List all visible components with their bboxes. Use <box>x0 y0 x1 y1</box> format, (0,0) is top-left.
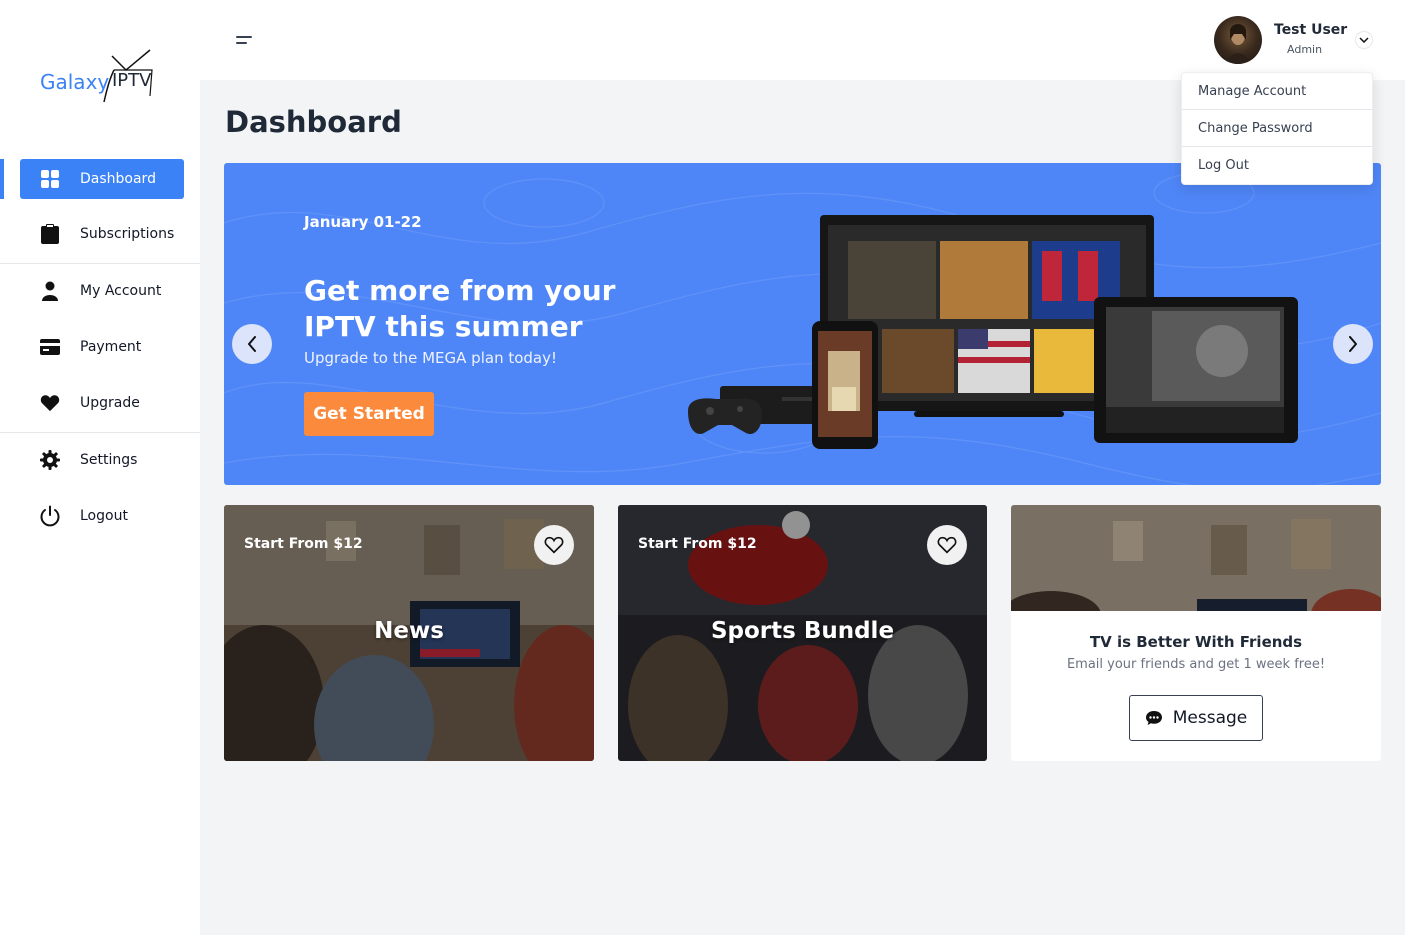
card-title: Sports Bundle <box>710 618 895 644</box>
referral-subtitle: Email your friends and get 1 week free! <box>1066 657 1326 672</box>
logo[interactable]: Galaxy IPTV <box>40 48 170 108</box>
sidebar-item-upgrade[interactable]: Upgrade <box>20 383 184 423</box>
get-started-button[interactable]: Get Started <box>304 392 434 436</box>
message-button-label: Message <box>1172 708 1248 728</box>
gear-icon <box>20 450 80 470</box>
page-title: Dashboard <box>225 105 402 139</box>
message-button[interactable]: Message <box>1129 695 1263 741</box>
avatar-image <box>1226 24 1250 64</box>
devices-illustration <box>688 215 1298 449</box>
clipboard-icon <box>20 224 80 244</box>
chevron-left-icon <box>248 336 256 352</box>
carousel-prev-button[interactable] <box>232 324 272 364</box>
sidebar-item-dashboard[interactable]: Dashboard <box>20 159 184 199</box>
package-card-sports[interactable]: Start From $12 Sports Bundle <box>618 505 987 761</box>
sidebar-item-label: My Account <box>80 283 162 299</box>
logo-text-galaxy: Galaxy <box>40 70 110 94</box>
card-title: News <box>374 618 444 644</box>
sidebar-item-label: Logout <box>80 508 128 524</box>
package-card-news[interactable]: Start From $12 News <box>224 505 594 761</box>
sidebar-item-label: Settings <box>80 452 138 468</box>
user-menu-toggle[interactable] <box>1355 31 1373 49</box>
chevron-down-icon <box>1359 37 1369 43</box>
banner-date: January 01-22 <box>304 213 422 231</box>
promo-banner: January 01-22 Get more from your IPTV th… <box>224 163 1381 485</box>
user-dropdown-menu: Manage Account Change Password Log Out <box>1181 72 1373 185</box>
sidebar-item-subscriptions[interactable]: Subscriptions <box>20 214 184 254</box>
sidebar: Galaxy IPTV Dashboard Subscriptions My A… <box>0 0 200 935</box>
top-header: Test User Admin <box>200 0 1405 80</box>
divider <box>0 432 200 433</box>
heart-icon <box>20 394 80 412</box>
heart-outline-icon <box>937 536 957 554</box>
favorite-button[interactable] <box>534 525 574 565</box>
active-indicator <box>0 159 4 199</box>
card-price: Start From $12 <box>244 536 363 552</box>
chevron-right-icon <box>1349 336 1357 352</box>
logo-text-iptv: IPTV <box>112 70 152 91</box>
user-name[interactable]: Test User <box>1274 22 1347 38</box>
banner-title: Get more from your IPTV this summer <box>304 274 616 343</box>
sidebar-item-label: Subscriptions <box>80 226 175 242</box>
sidebar-item-logout[interactable]: Logout <box>20 496 184 536</box>
referral-card-image <box>1011 505 1381 611</box>
carousel-next-button[interactable] <box>1333 324 1373 364</box>
grid-icon <box>20 170 80 188</box>
sidebar-item-settings[interactable]: Settings <box>20 440 184 480</box>
user-role: Admin <box>1287 43 1323 56</box>
power-icon <box>20 505 80 527</box>
hamburger-icon <box>236 36 252 38</box>
menu-toggle-button[interactable] <box>234 32 254 48</box>
sidebar-item-label: Upgrade <box>80 395 140 411</box>
favorite-button[interactable] <box>927 525 967 565</box>
referral-card: TV is Better With Friends Email your fri… <box>1011 505 1381 761</box>
sidebar-item-my-account[interactable]: My Account <box>20 271 184 311</box>
avatar[interactable] <box>1214 16 1262 64</box>
referral-title: TV is Better With Friends <box>1089 633 1303 651</box>
sidebar-item-label: Dashboard <box>80 171 156 187</box>
card-price: Start From $12 <box>638 536 757 552</box>
chat-bubble-icon <box>1145 711 1162 725</box>
banner-subtitle: Upgrade to the MEGA plan today! <box>304 349 558 367</box>
menu-item-log-out[interactable]: Log Out <box>1182 147 1372 184</box>
menu-item-change-password[interactable]: Change Password <box>1182 110 1372 147</box>
menu-item-manage-account[interactable]: Manage Account <box>1182 73 1372 110</box>
heart-outline-icon <box>544 536 564 554</box>
credit-card-icon <box>20 339 80 355</box>
sidebar-item-payment[interactable]: Payment <box>20 327 184 367</box>
divider <box>0 263 200 264</box>
user-icon <box>20 281 80 301</box>
sidebar-item-label: Payment <box>80 339 142 355</box>
